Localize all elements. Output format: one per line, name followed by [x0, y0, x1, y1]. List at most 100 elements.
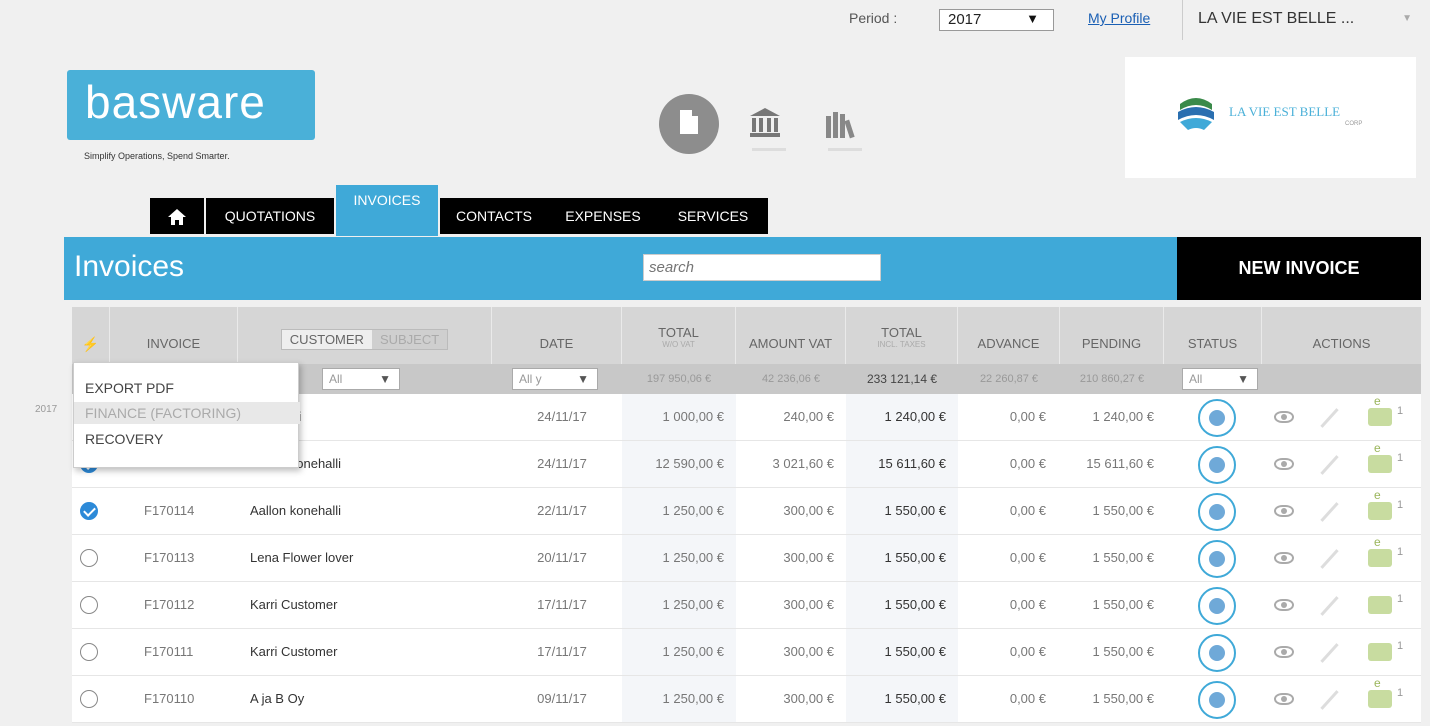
tab-home[interactable] [150, 198, 204, 234]
sum-pending: 210 860,27 € [1079, 373, 1145, 385]
tab-quotations[interactable]: QUOTATIONS [206, 198, 334, 234]
invoice-date: 20/11/17 [537, 550, 587, 565]
customer-subject-toggle[interactable]: CUSTOMER SUBJECT [280, 329, 449, 350]
period-select[interactable]: 2017 ▼ [939, 9, 1054, 31]
invoice-date: 22/11/17 [537, 503, 587, 518]
invoice-number[interactable]: F170114 [144, 488, 234, 534]
total-incl-taxes: 1 550,00 € [846, 676, 958, 722]
col-date[interactable]: DATE [492, 307, 622, 364]
send-mail-icon[interactable] [1368, 676, 1392, 708]
col-invoice[interactable]: INVOICE [110, 307, 238, 364]
company-select[interactable]: LA VIE EST BELLE ... ▼ [1182, 0, 1430, 40]
send-mail-icon[interactable] [1368, 643, 1392, 661]
invoice-number[interactable]: F170112 [144, 582, 234, 628]
send-mail-icon[interactable] [1368, 596, 1392, 614]
tab-invoices[interactable]: INVOICES [336, 185, 438, 236]
total-wo-vat: 1 000,00 € [622, 394, 736, 440]
status-icon[interactable] [1198, 540, 1236, 578]
invoice-date: 24/11/17 [537, 409, 587, 424]
tab-services[interactable]: SERVICES [658, 198, 768, 234]
my-profile-link[interactable]: My Profile [1088, 10, 1150, 26]
search-input[interactable] [643, 254, 881, 281]
total-incl-taxes: 1 550,00 € [846, 629, 958, 675]
edit-pencil-icon[interactable] [1320, 455, 1339, 475]
edit-pencil-icon[interactable] [1320, 549, 1339, 569]
customer-name: Lena Flower lover [250, 550, 354, 565]
advance: 0,00 € [1009, 503, 1046, 518]
status-icon[interactable] [1198, 446, 1236, 484]
col-status[interactable]: STATUS [1164, 307, 1262, 364]
total-incl-taxes: 1 550,00 € [846, 582, 958, 628]
send-mail-icon[interactable] [1368, 441, 1392, 473]
edit-pencil-icon[interactable] [1320, 596, 1339, 616]
edit-pencil-icon[interactable] [1320, 690, 1339, 710]
send-mail-icon[interactable] [1368, 394, 1392, 426]
col-total-wo-vat[interactable]: TOTAL W/O VAT [622, 307, 736, 364]
status-icon[interactable] [1198, 493, 1236, 531]
row-select-checkbox[interactable] [80, 502, 98, 520]
col-pending[interactable]: PENDING [1060, 307, 1164, 364]
status-icon[interactable] [1198, 399, 1236, 437]
period-label: Period : [849, 10, 898, 26]
chevron-down-icon: ▼ [1237, 372, 1249, 386]
menu-item-export-pdf[interactable]: EXPORT PDF [74, 377, 300, 399]
pending: 1 550,00 € [1092, 597, 1154, 612]
menu-item-recovery[interactable]: RECOVERY [74, 428, 300, 450]
page-header: Invoices NEW INVOICE [64, 237, 1421, 300]
table-row[interactable]: F170114 Aallon konehalli 22/11/17 1 250,00 … [72, 488, 1421, 535]
row-select-checkbox[interactable] [80, 690, 98, 708]
status-icon[interactable] [1198, 681, 1236, 719]
toggle-subject[interactable]: SUBJECT [371, 330, 448, 349]
customer-name: Aallon konehalli [250, 503, 342, 518]
edit-pencil-icon[interactable] [1320, 408, 1339, 428]
edit-pencil-icon[interactable] [1320, 502, 1339, 522]
send-mail-icon[interactable] [1368, 488, 1392, 520]
row-select-checkbox[interactable] [80, 643, 98, 661]
invoice-number[interactable]: F170110 [144, 676, 234, 722]
send-mail-icon[interactable] [1368, 535, 1392, 567]
table-row[interactable]: F170112 Karri Customer 17/11/17 1 250,00 € 3… [72, 582, 1421, 629]
status-icon[interactable] [1198, 634, 1236, 672]
mail-count: 1 [1397, 687, 1404, 699]
invoice-number[interactable]: F170111 [144, 629, 234, 675]
col-customer: CUSTOMER SUBJECT [238, 307, 492, 364]
invoice-date: 09/11/17 [537, 691, 587, 706]
sum-total-wo-vat: 197 950,06 € [646, 373, 712, 385]
documents-module-icon[interactable] [659, 94, 719, 154]
view-eye-icon[interactable] [1274, 693, 1294, 705]
edit-pencil-icon[interactable] [1320, 643, 1339, 663]
date-filter-select[interactable]: All y ▼ [512, 368, 598, 390]
pending: 1 550,00 € [1092, 503, 1154, 518]
status-filter-select[interactable]: All ▼ [1182, 368, 1258, 390]
menu-item-finance-factoring[interactable]: FINANCE (FACTORING) [74, 402, 300, 424]
brand-logo[interactable]: basware [67, 70, 315, 140]
col-advance[interactable]: ADVANCE [958, 307, 1060, 364]
library-module-icon[interactable] [824, 110, 855, 139]
new-invoice-button[interactable]: NEW INVOICE [1177, 237, 1421, 300]
row-select-checkbox[interactable] [80, 596, 98, 614]
view-eye-icon[interactable] [1274, 505, 1294, 517]
tab-contacts[interactable]: CONTACTS [440, 198, 548, 234]
col-amount-vat[interactable]: AMOUNT VAT [736, 307, 846, 364]
bank-module-icon[interactable] [748, 108, 782, 140]
view-eye-icon[interactable] [1274, 646, 1294, 658]
toggle-customer[interactable]: CUSTOMER [281, 330, 372, 349]
status-icon[interactable] [1198, 587, 1236, 625]
customer-name: Karri Customer [250, 644, 338, 659]
customer-filter-select[interactable]: All ▼ [322, 368, 400, 390]
bulk-actions-button[interactable]: ⚡ [72, 307, 110, 364]
tab-expenses[interactable]: EXPENSES [548, 198, 658, 234]
table-row[interactable]: F170111 Karri Customer 17/11/17 1 250,00 € 3… [72, 629, 1421, 676]
view-eye-icon[interactable] [1274, 599, 1294, 611]
invoice-number[interactable]: F170113 [144, 535, 234, 581]
view-eye-icon[interactable] [1274, 411, 1294, 423]
row-select-checkbox[interactable] [80, 549, 98, 567]
mail-count: 1 [1397, 593, 1404, 605]
view-eye-icon[interactable] [1274, 552, 1294, 564]
company-logo: LA VIE EST BELLE CORP [1125, 57, 1416, 178]
table-row[interactable]: F170113 Lena Flower lover 20/11/17 1 250,00… [72, 535, 1421, 582]
table-row[interactable]: F170110 A ja B Oy 09/11/17 1 250,00 € 300,00… [72, 676, 1421, 723]
col-actions: ACTIONS [1312, 336, 1371, 351]
col-total-incl[interactable]: TOTAL INCL. TAXES [846, 307, 958, 364]
view-eye-icon[interactable] [1274, 458, 1294, 470]
